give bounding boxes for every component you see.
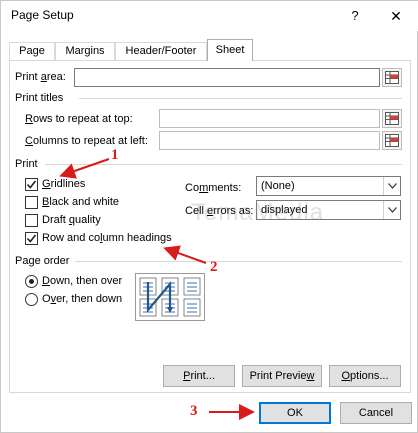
annotation-number-3: 3 [190, 403, 198, 419]
page-setup-dialog: Page Setup ? ✕ Page Margins Header/Foote… [0, 0, 418, 433]
annotation-number-2: 2 [210, 259, 218, 275]
annotation-number-1: 1 [111, 147, 119, 163]
annotation-arrow-1 [59, 158, 110, 179]
annotation-arrows [59, 158, 255, 420]
annotation-arrow-2 [163, 245, 207, 264]
tab-sheet[interactable]: Sheet [207, 39, 253, 61]
